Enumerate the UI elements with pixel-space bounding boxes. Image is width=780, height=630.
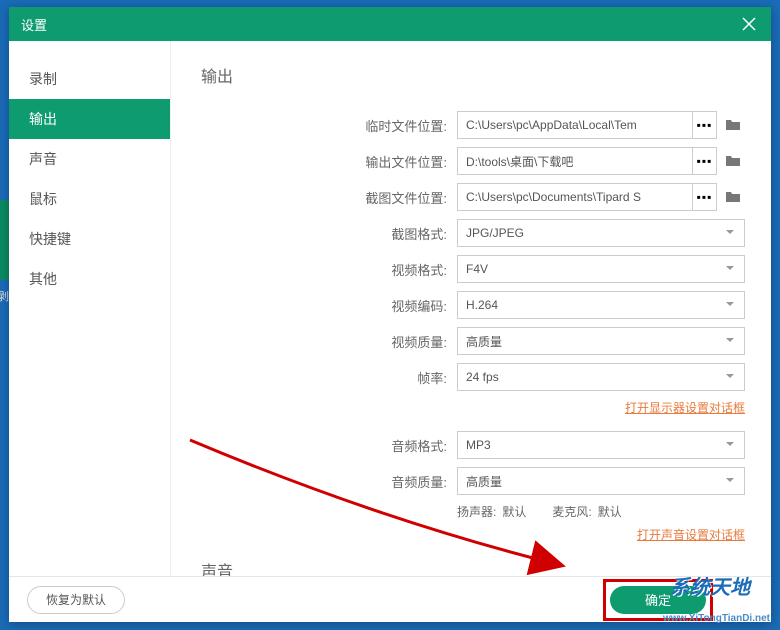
sidebar-item-mouse[interactable]: 鼠标 xyxy=(9,179,170,219)
ok-button[interactable]: 确定 xyxy=(610,586,706,614)
settings-window: 设置 录制 输出 声音 鼠标 快捷键 其他 输出 临时文件位置: C:\User… xyxy=(9,7,771,622)
chevron-down-icon xyxy=(724,334,736,349)
row-vid-q: 视频质量: 高质量 xyxy=(201,327,745,355)
row-fps: 帧率: 24 fps xyxy=(201,363,745,391)
close-button[interactable] xyxy=(727,7,771,41)
aud-fmt-value: MP3 xyxy=(466,438,491,452)
body: 录制 输出 声音 鼠标 快捷键 其他 输出 临时文件位置: C:\Users\p… xyxy=(9,41,771,576)
aud-q-label: 音频质量: xyxy=(201,472,457,491)
mic-value: 默认 xyxy=(598,503,622,520)
sidebar-item-sound[interactable]: 声音 xyxy=(9,139,170,179)
vid-q-value: 高质量 xyxy=(466,333,502,350)
fps-select[interactable]: 24 fps xyxy=(457,363,745,391)
shot-fmt-label: 截图格式: xyxy=(201,224,457,243)
shot-fmt-value: JPG/JPEG xyxy=(466,226,524,240)
vid-enc-select[interactable]: H.264 xyxy=(457,291,745,319)
vid-fmt-value: F4V xyxy=(466,262,488,276)
aud-q-value: 高质量 xyxy=(466,473,502,490)
speaker-row: 扬声器: 默认 麦克风: 默认 xyxy=(201,503,745,520)
shot-field[interactable]: C:\Users\pc\Documents\Tipard S xyxy=(457,183,693,211)
row-out: 输出文件位置: D:\tools\桌面\下载吧 ▪▪▪ xyxy=(201,147,745,175)
temp-browse-button[interactable]: ▪▪▪ xyxy=(693,111,717,139)
chevron-down-icon xyxy=(724,438,736,453)
row-temp: 临时文件位置: C:\Users\pc\AppData\Local\Tem ▪▪… xyxy=(201,111,745,139)
temp-label: 临时文件位置: xyxy=(201,116,457,135)
shot-label: 截图文件位置: xyxy=(201,188,457,207)
chevron-down-icon xyxy=(724,298,736,313)
folder-icon xyxy=(725,118,741,132)
chevron-down-icon xyxy=(724,226,736,241)
chevron-down-icon xyxy=(724,262,736,277)
section-sound-title: 声音 xyxy=(201,558,745,576)
fps-value: 24 fps xyxy=(466,370,499,384)
shot-open-folder-button[interactable] xyxy=(721,183,745,211)
out-field[interactable]: D:\tools\桌面\下载吧 xyxy=(457,147,693,175)
vid-q-label: 视频质量: xyxy=(201,332,457,351)
vid-enc-label: 视频编码: xyxy=(201,296,457,315)
sidebar: 录制 输出 声音 鼠标 快捷键 其他 xyxy=(9,41,171,576)
titlebar: 设置 xyxy=(9,7,771,41)
vid-fmt-select[interactable]: F4V xyxy=(457,255,745,283)
mic-label: 麦克风: xyxy=(552,503,591,520)
row-aud-fmt: 音频格式: MP3 xyxy=(201,431,745,459)
shot-browse-button[interactable]: ▪▪▪ xyxy=(693,183,717,211)
display-settings-link[interactable]: 打开显示器设置对话框 xyxy=(625,401,745,415)
window-title: 设置 xyxy=(21,15,47,34)
speaker-value: 默认 xyxy=(502,503,526,520)
out-open-folder-button[interactable] xyxy=(721,147,745,175)
sound-settings-link[interactable]: 打开声音设置对话框 xyxy=(637,528,745,542)
row-shot: 截图文件位置: C:\Users\pc\Documents\Tipard S ▪… xyxy=(201,183,745,211)
ok-highlight: 确定 xyxy=(603,579,713,621)
sidebar-item-output[interactable]: 输出 xyxy=(9,99,170,139)
row-aud-q: 音频质量: 高质量 xyxy=(201,467,745,495)
fps-label: 帧率: xyxy=(201,368,457,387)
bg-text: 剥 xyxy=(0,288,9,304)
aud-q-select[interactable]: 高质量 xyxy=(457,467,745,495)
temp-open-folder-button[interactable] xyxy=(721,111,745,139)
out-label: 输出文件位置: xyxy=(201,152,457,171)
chevron-down-icon xyxy=(724,474,736,489)
speaker-label: 扬声器: xyxy=(457,503,496,520)
restore-defaults-button[interactable]: 恢复为默认 xyxy=(27,586,125,614)
vid-q-select[interactable]: 高质量 xyxy=(457,327,745,355)
bg-decoration xyxy=(0,200,9,280)
out-browse-button[interactable]: ▪▪▪ xyxy=(693,147,717,175)
folder-icon xyxy=(725,154,741,168)
shot-fmt-select[interactable]: JPG/JPEG xyxy=(457,219,745,247)
row-vid-fmt: 视频格式: F4V xyxy=(201,255,745,283)
section-output-title: 输出 xyxy=(201,63,745,87)
sound-link-row: 打开声音设置对话框 xyxy=(201,526,745,544)
aud-fmt-select[interactable]: MP3 xyxy=(457,431,745,459)
chevron-down-icon xyxy=(724,370,736,385)
aud-fmt-label: 音频格式: xyxy=(201,436,457,455)
row-shot-fmt: 截图格式: JPG/JPEG xyxy=(201,219,745,247)
display-link-row: 打开显示器设置对话框 xyxy=(201,399,745,417)
folder-icon xyxy=(725,190,741,204)
vid-enc-value: H.264 xyxy=(466,298,498,312)
vid-fmt-label: 视频格式: xyxy=(201,260,457,279)
row-vid-enc: 视频编码: H.264 xyxy=(201,291,745,319)
content: 输出 临时文件位置: C:\Users\pc\AppData\Local\Tem… xyxy=(171,41,771,576)
sidebar-item-other[interactable]: 其他 xyxy=(9,259,170,299)
sidebar-item-shortcut[interactable]: 快捷键 xyxy=(9,219,170,259)
temp-field[interactable]: C:\Users\pc\AppData\Local\Tem xyxy=(457,111,693,139)
close-icon xyxy=(742,17,756,31)
sidebar-item-record[interactable]: 录制 xyxy=(9,59,170,99)
footer: 恢复为默认 确定 xyxy=(9,576,771,622)
